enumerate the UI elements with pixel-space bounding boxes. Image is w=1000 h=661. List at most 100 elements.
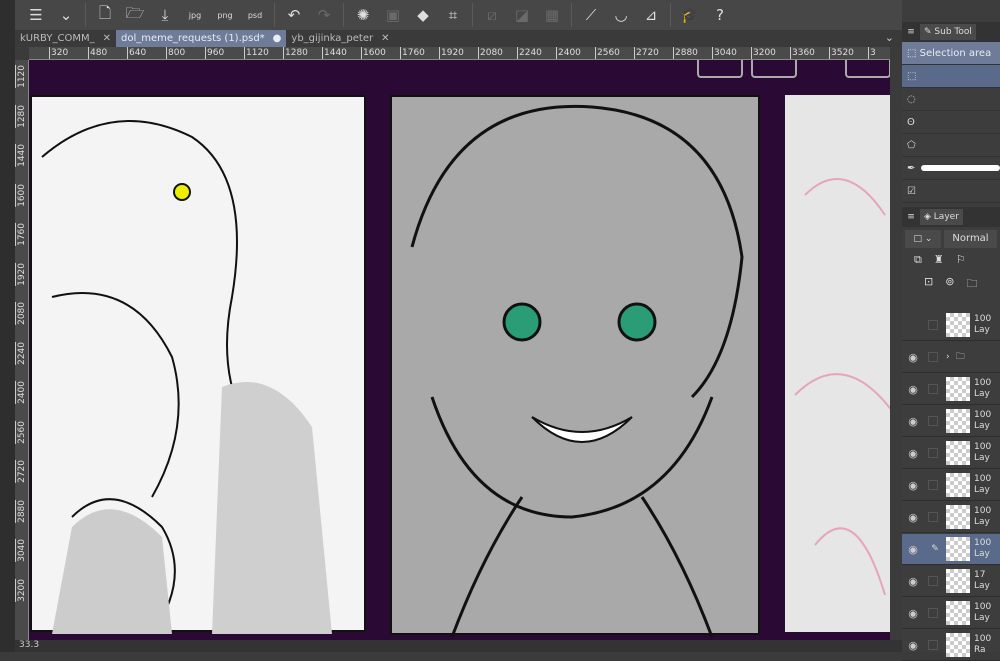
eye-icon[interactable]: ◉ <box>902 543 924 556</box>
open-folder-icon[interactable]: 🗁 <box>120 2 150 28</box>
subtool-rectangle[interactable]: ⬚ <box>902 65 1000 88</box>
lock-checkbox[interactable] <box>928 576 938 586</box>
lock-checkbox[interactable] <box>928 352 938 362</box>
redo-icon[interactable]: ↷ <box>309 2 339 28</box>
layer-row[interactable]: ◉ 100 Lay <box>902 406 1000 437</box>
fill-selection-icon[interactable]: ◪ <box>507 2 537 28</box>
ruler-tick-label: 1280 <box>15 104 29 128</box>
subtool-lasso[interactable]: ʘ <box>902 111 1000 134</box>
menu-icon[interactable]: ≡ <box>902 27 920 37</box>
layer-name: Lay <box>974 613 990 623</box>
layer-row[interactable]: ◉ › 🗀 <box>902 342 1000 373</box>
help-icon[interactable]: ? <box>705 2 735 28</box>
lock-checkbox[interactable] <box>928 384 938 394</box>
artwork-boy-character <box>410 104 744 638</box>
eraser-line-icon[interactable]: ⊿ <box>636 2 666 28</box>
new-file-icon[interactable]: 🗋 <box>90 2 120 28</box>
clear-icon[interactable]: ⧄ <box>477 2 507 28</box>
close-icon[interactable]: ✕ <box>103 33 111 44</box>
ruler-icon[interactable]: ⟋ <box>576 2 606 28</box>
reference-icon[interactable]: ♜ <box>934 253 944 271</box>
lock-checkbox[interactable] <box>928 480 938 490</box>
ruler-tick-label: 1600 <box>361 47 386 59</box>
zoom-level[interactable]: 33.3 <box>19 640 39 650</box>
tab-dol-meme[interactable]: dol_meme_requests (1).psd* ● <box>115 30 287 47</box>
ruler-top: 320 480 640 800 960 1120 1280 1440 1600 1760 1920 2… <box>29 47 890 60</box>
subtool-selection-pen[interactable]: ✒ <box>902 157 1000 180</box>
new-vector-layer-icon[interactable]: ⊚ <box>945 275 954 293</box>
modified-dot-icon[interactable]: ● <box>273 33 282 44</box>
lock-checkbox[interactable] <box>928 416 938 426</box>
lock-checkbox[interactable] <box>928 512 938 522</box>
save-icon[interactable]: ⤓ <box>150 2 180 28</box>
eye-icon[interactable]: ◉ <box>902 607 924 620</box>
tab-sub-tool[interactable]: ✎ Sub Tool <box>920 24 976 40</box>
menu-icon[interactable]: ☰ <box>21 2 51 28</box>
ruler-tick-label: 960 <box>205 47 225 59</box>
eye-icon[interactable]: ◉ <box>902 575 924 588</box>
export-psd-icon[interactable]: psd <box>240 2 270 28</box>
layer-thumbnail <box>946 409 970 433</box>
transform-icon[interactable]: ▣ <box>378 2 408 28</box>
artwork-wolf-character <box>41 120 332 635</box>
crop-icon[interactable]: ⌗ <box>438 2 468 28</box>
layer-row[interactable]: ◉ 100 Lay <box>902 598 1000 629</box>
tab-layer[interactable]: ◈ Layer <box>920 209 963 225</box>
tab-yb-gijinka[interactable]: yb_gijinka_peter ✕ <box>286 30 394 47</box>
eye-icon[interactable]: ◉ <box>902 511 924 524</box>
layer-row[interactable]: ◉ ✎ 100 Lay <box>902 534 1000 565</box>
ruler-tick-label: 2720 <box>15 460 29 483</box>
blend-mode-dropdown[interactable]: Normal <box>944 230 997 248</box>
subtool-settings[interactable]: ☑ <box>902 180 1000 203</box>
new-layer-icon[interactable]: ⊡ <box>924 275 933 293</box>
eye-icon[interactable]: ◉ <box>902 415 924 428</box>
close-icon[interactable]: ✕ <box>381 33 389 44</box>
selection-icon: ⬚ <box>907 47 920 59</box>
loading-icon[interactable]: ✺ <box>348 2 378 28</box>
canvas[interactable] <box>29 60 890 640</box>
subtool-group[interactable]: ⬚ Selection area <box>902 42 1000 65</box>
new-folder-icon[interactable]: 🗀 <box>966 275 977 293</box>
lock-checkbox[interactable] <box>928 640 938 650</box>
layer-tools-row-2: ⊡ ⊚ 🗀 <box>902 273 1000 295</box>
clip-icon[interactable]: ⧉ <box>914 253 922 271</box>
layer-thumbnail <box>946 537 970 561</box>
undo-icon[interactable]: ↶ <box>279 2 309 28</box>
chevron-down-icon[interactable]: ⌄ <box>51 2 81 28</box>
eye-icon[interactable]: ◉ <box>902 479 924 492</box>
lock-checkbox[interactable] <box>928 320 938 330</box>
brush-icon[interactable]: ◡ <box>606 2 636 28</box>
lock-checkbox[interactable] <box>928 608 938 618</box>
lock-checkbox[interactable] <box>928 448 938 458</box>
grid-icon[interactable]: ▦ <box>537 2 567 28</box>
layer-name: Lay <box>974 421 990 431</box>
layer-thumbnail <box>946 601 970 625</box>
rectangle-selection-icon: ⬚ <box>907 70 917 82</box>
chevron-down-icon[interactable]: ⌄ <box>885 31 894 44</box>
ellipse-selection-icon: ◌ <box>907 93 916 105</box>
fill-icon[interactable]: ◆ <box>408 2 438 28</box>
layer-row[interactable]: ◉ 100 Lay <box>902 438 1000 469</box>
layer-row[interactable]: ◉ 100 Lay <box>902 502 1000 533</box>
draft-icon[interactable]: ⚐ <box>956 253 966 271</box>
eye-icon[interactable]: ◉ <box>902 351 924 364</box>
layer-row[interactable]: ◉ 100 Lay <box>902 470 1000 501</box>
pencil-icon: ✎ <box>931 544 939 554</box>
chevron-right-icon[interactable]: › <box>946 352 950 362</box>
export-jpg-icon[interactable]: jpg <box>180 2 210 28</box>
subtool-ellipse[interactable]: ◌ <box>902 88 1000 111</box>
layer-row[interactable]: ◉ 100 Lay <box>902 374 1000 405</box>
eye-icon[interactable]: ◉ <box>902 383 924 396</box>
layer-row[interactable]: 100 Lay <box>902 310 1000 341</box>
tab-kurby[interactable]: kURBY_COMM_ ✕ <box>15 30 116 47</box>
learn-icon[interactable]: 🎓 <box>675 2 705 28</box>
menu-icon[interactable]: ≡ <box>902 212 920 222</box>
layer-row[interactable]: ◉ 100 Ra <box>902 630 1000 661</box>
export-png-icon[interactable]: png <box>210 2 240 28</box>
eye-icon[interactable]: ◉ <box>902 447 924 460</box>
layer-row[interactable]: ◉ 17 Lay <box>902 566 1000 597</box>
eye-icon[interactable]: ◉ <box>902 639 924 652</box>
layer-thumbnail <box>946 377 970 401</box>
color-select-dropdown[interactable]: □ ⌄ <box>905 230 941 248</box>
subtool-polyline[interactable]: ⬠ <box>902 134 1000 157</box>
